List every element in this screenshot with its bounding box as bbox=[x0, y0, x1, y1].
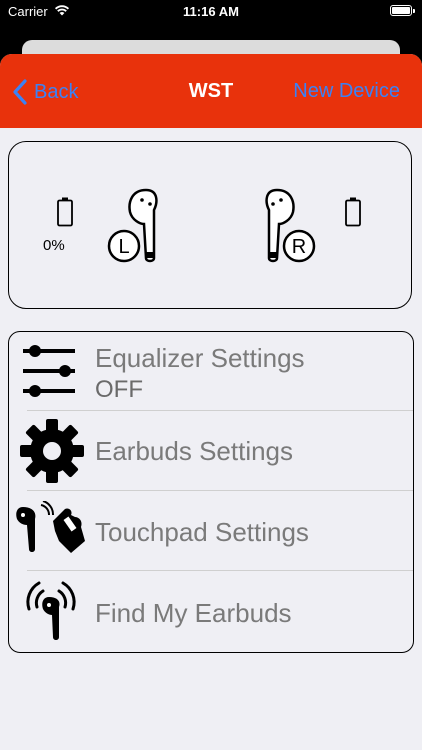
right-earbud-label: R bbox=[292, 236, 306, 258]
back-button[interactable]: Back bbox=[10, 78, 78, 106]
gear-icon bbox=[20, 419, 84, 483]
status-bar: Carrier 11:16 AM bbox=[0, 0, 422, 26]
earbuds-settings-label: Earbuds Settings bbox=[95, 436, 294, 466]
earbud-status-panel: 0% L R bbox=[8, 141, 412, 309]
equalizer-settings-row[interactable]: Equalizer Settings OFF bbox=[9, 332, 413, 410]
find-my-earbuds-label: Find My Earbuds bbox=[95, 598, 292, 628]
right-earbud-icon: R bbox=[265, 188, 316, 263]
settings-menu: Equalizer Settings OFF Earbuds Settings … bbox=[8, 331, 414, 653]
touchpad-settings-row[interactable]: Touchpad Settings bbox=[9, 491, 413, 570]
navigation-bar: Back WST New Device bbox=[0, 54, 422, 128]
right-battery-icon bbox=[345, 197, 361, 227]
find-earbuds-icon bbox=[26, 581, 76, 640]
left-battery-icon bbox=[57, 197, 73, 227]
left-battery-percent: 0% bbox=[43, 237, 65, 254]
battery-icon bbox=[390, 5, 415, 16]
touchpad-gesture-icon bbox=[16, 501, 85, 553]
left-earbud-icon: L bbox=[107, 188, 158, 263]
new-device-button[interactable]: New Device bbox=[293, 80, 400, 103]
left-earbud-label: L bbox=[118, 236, 129, 258]
equalizer-status-value: OFF bbox=[95, 376, 143, 403]
back-button-label: Back bbox=[34, 80, 79, 103]
earbuds-settings-row[interactable]: Earbuds Settings bbox=[9, 411, 413, 490]
equalizer-sliders-icon bbox=[23, 345, 75, 397]
equalizer-settings-label: Equalizer Settings bbox=[95, 343, 305, 373]
modal-sheet: Back WST New Device 0% L R Equalizer Set… bbox=[0, 54, 422, 750]
chevron-left-icon bbox=[13, 79, 27, 105]
touchpad-settings-label: Touchpad Settings bbox=[95, 517, 309, 547]
status-time: 11:16 AM bbox=[183, 4, 239, 19]
find-my-earbuds-row[interactable]: Find My Earbuds bbox=[9, 571, 413, 652]
